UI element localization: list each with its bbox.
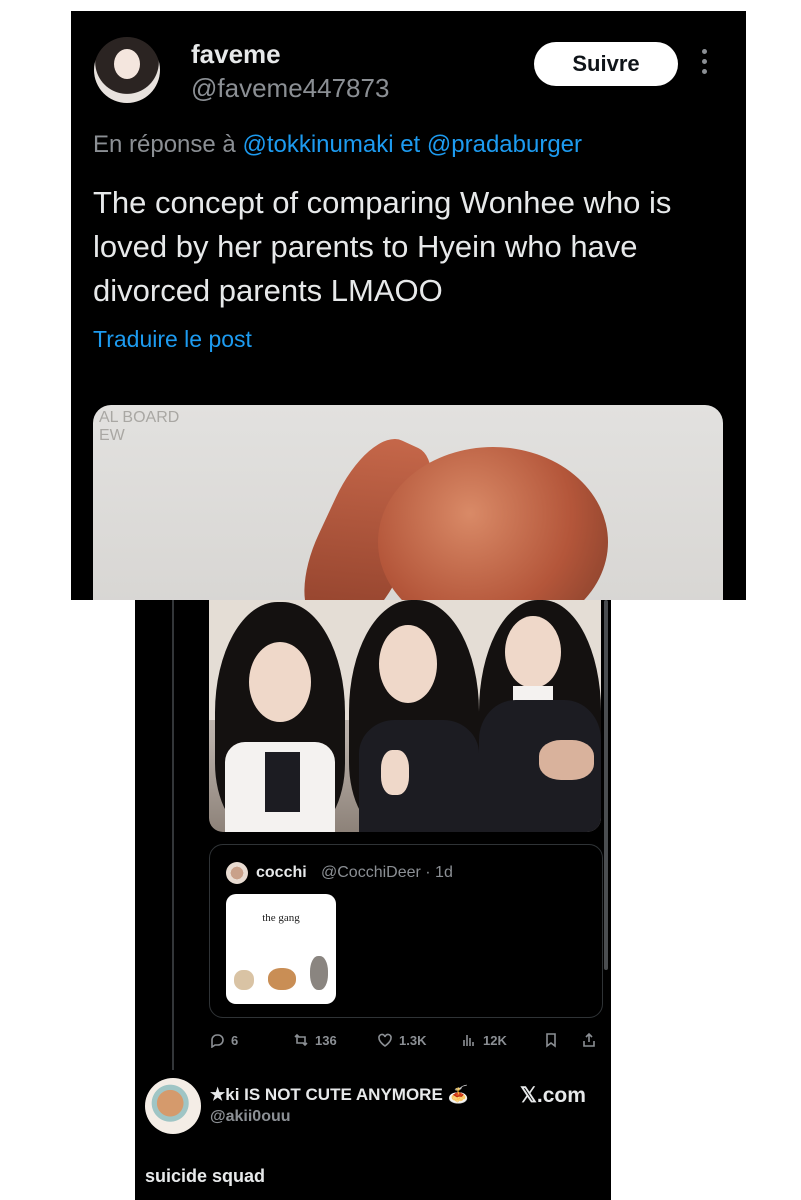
repost-count: 136 <box>315 1032 337 1048</box>
share-button[interactable] <box>581 1032 597 1048</box>
views-button[interactable]: 12K <box>461 1032 507 1048</box>
scrollbar[interactable] <box>604 600 608 970</box>
mention-link-1[interactable]: @tokkinumaki <box>242 131 393 158</box>
follow-button[interactable]: Suivre <box>534 42 678 86</box>
x-com-watermark: 𝕏.com <box>520 1084 586 1107</box>
quoted-author-meta: @CocchiDeer · 1d <box>321 864 453 881</box>
selfie-photo[interactable] <box>209 600 601 832</box>
quoted-author-name: cocchi <box>256 864 307 881</box>
views-icon <box>463 1035 474 1046</box>
bookmark-icon <box>546 1033 556 1048</box>
reply-prefix: En réponse à <box>93 131 236 158</box>
quoted-post-card[interactable]: cocchi @CocchiDeer · 1d the gang <box>209 844 603 1018</box>
translate-link[interactable]: Traduire le post <box>93 326 252 353</box>
quoted-author-avatar <box>226 862 248 884</box>
deer-figure <box>268 968 296 990</box>
author-display-name[interactable]: faveme <box>191 39 281 70</box>
author-handle[interactable]: @faveme447873 <box>191 73 389 104</box>
share-icon <box>583 1032 595 1047</box>
bottom-screenshot: cocchi @CocchiDeer · 1d the gang 6 136 1… <box>135 600 611 1200</box>
reply-author-avatar[interactable] <box>145 1078 201 1134</box>
mention-link-2[interactable]: @pradaburger <box>427 131 582 158</box>
reply-context: En réponse à @tokkinumaki et @pradaburge… <box>93 131 582 159</box>
reply-joiner: et <box>400 131 421 158</box>
post-media-image[interactable]: AL BOARD EW <box>93 405 723 600</box>
top-screenshot: faveme @faveme447873 Suivre En réponse à… <box>71 11 746 600</box>
person-left <box>215 602 345 832</box>
person-middle <box>349 600 479 832</box>
repost-button[interactable]: 136 <box>293 1032 337 1048</box>
quoted-image-caption: the gang <box>262 912 300 924</box>
post-text: The concept of comparing Wonhee who is l… <box>93 185 672 308</box>
author-avatar[interactable] <box>94 37 160 103</box>
reply-button[interactable]: 6 <box>209 1032 238 1048</box>
raccoon-figure <box>310 956 328 990</box>
more-options-icon[interactable] <box>701 49 709 79</box>
repost-icon <box>294 1033 308 1047</box>
media-backdrop-text: AL BOARD EW <box>99 409 180 444</box>
like-button[interactable]: 1.3K <box>377 1032 426 1048</box>
bookmark-button[interactable] <box>543 1032 559 1048</box>
post-actions-bar: 6 136 1.3K 12K <box>209 1032 601 1054</box>
quoted-post-image[interactable]: the gang <box>226 894 336 1004</box>
reply-text: suicide squad <box>145 1166 266 1186</box>
reply-author-handle[interactable]: @akii0ouu <box>210 1108 291 1126</box>
views-count: 12K <box>483 1032 507 1048</box>
thread-connector-line <box>172 600 174 1070</box>
reply-icon <box>211 1034 224 1048</box>
reply-author-name[interactable]: ★ki IS NOT CUTE ANYMORE 🍝 <box>210 1085 469 1105</box>
person-right <box>479 600 601 832</box>
reply-count: 6 <box>231 1032 239 1048</box>
hamster-figure <box>234 970 254 990</box>
like-count: 1.3K <box>399 1032 427 1048</box>
heart-icon <box>378 1033 392 1047</box>
